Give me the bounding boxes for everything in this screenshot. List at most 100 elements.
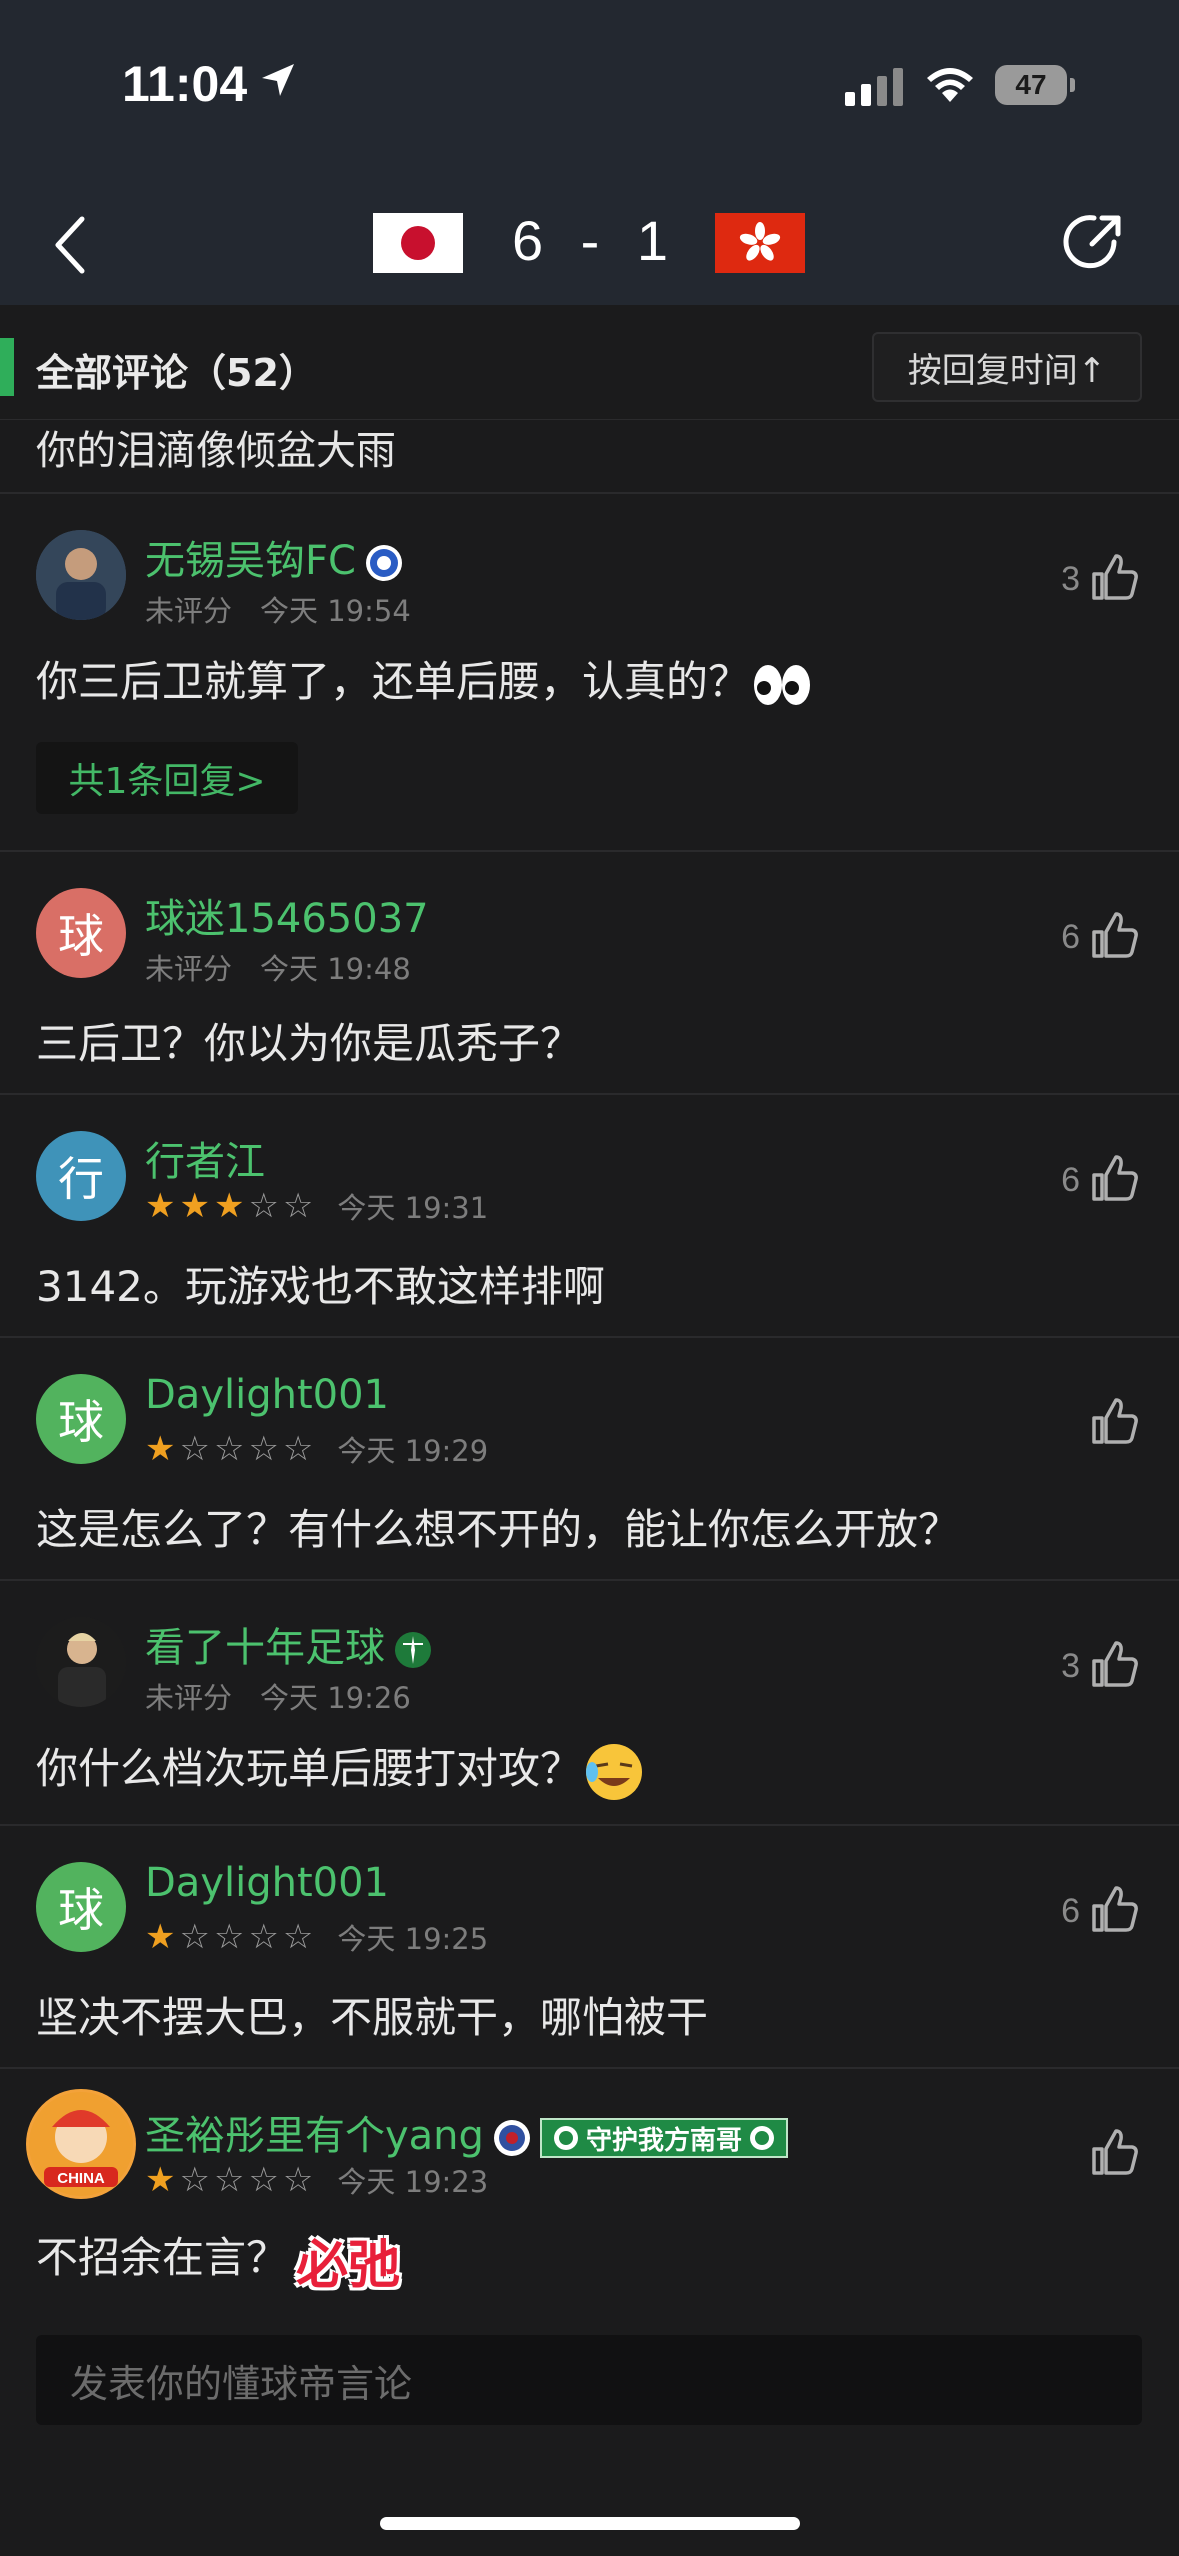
username-text: 看了十年足球 [145,1625,385,1671]
japan-flag-icon [373,213,463,273]
comment-meta: 未评分 今天 19:26 [145,1675,411,1717]
comment-item: 行 行者江 ★★★☆☆ 今天 19:31 6 3142。玩游戏也不敢这样排啊 [0,1093,1179,1336]
share-icon[interactable] [1062,210,1126,274]
comment-text: 你什么档次玩单后腰打对攻？ [36,1744,583,1793]
username[interactable]: 看了十年足球 [145,1615,433,1673]
team-badge-icon [365,545,402,581]
back-chevron-icon[interactable] [52,215,88,275]
thumbs-up-icon [1092,554,1138,600]
like-count: 6 [1061,1161,1080,1199]
comment-item: 球 Daylight001 ★☆☆☆☆ 今天 19:25 6 坚决不摆大巴，不服… [0,1824,1179,2067]
like-button[interactable]: 3 [1040,1639,1150,1699]
like-button[interactable]: 6 [1040,910,1150,970]
view-replies-button[interactable]: 共1条回复> [36,742,298,814]
like-button[interactable] [1040,2127,1150,2187]
sort-button[interactable]: 按回复时间↑ [872,332,1142,402]
match-header: 11:04 47 6 - 1 [0,0,1179,305]
section-accent-bar [0,338,14,396]
club-crest-icon [749,2126,774,2150]
rating-label: 未评分 [145,1681,233,1715]
like-count: 6 [1061,918,1080,956]
star-rating: ★☆☆☆☆ [145,2160,318,2200]
like-count: 3 [1061,1647,1080,1685]
location-arrow-icon [262,64,294,96]
score-away: 1 [636,209,669,272]
username[interactable]: 无锡吴钩FC [145,528,404,586]
comment-meta: ★☆☆☆☆ 今天 19:23 [145,2159,488,2201]
comment-body: 不招余在言？ 必弛 [36,2223,400,2298]
like-button[interactable] [1040,1396,1150,1456]
like-button[interactable]: 6 [1040,1884,1150,1944]
thumbs-up-icon [1092,1155,1138,1201]
comment-input[interactable]: 发表你的懂球帝言论 [36,2335,1142,2425]
comment-item: CHINA 圣裕彤里有个yang 守护我方南哥 ★☆☆☆☆ 今天 19:23 不… [0,2067,1179,2317]
comment-item: 球 Daylight001 ★☆☆☆☆ 今天 19:29 这是怎么了？有什么想不… [0,1336,1179,1579]
comment-item: 球 球迷15465037 未评分 今天 19:48 6 三后卫？你以为你是瓜秃子… [0,850,1179,1093]
comment-text: 你三后卫就算了，还单后腰，认真的？ [36,657,751,706]
thumbs-up-icon [1092,1641,1138,1687]
hong-kong-flag-icon [715,213,805,273]
laughing-crying-emoji-icon [586,1743,643,1800]
score-separator: - [580,209,600,272]
comment-time: 今天 19:48 [260,952,411,986]
thumbs-up-icon [1092,1886,1138,1932]
comment-time: 今天 19:26 [260,1681,411,1715]
username[interactable]: Daylight001 [145,1860,389,1906]
comment-text: 坚决不摆大巴，不服就干，哪怕被干 [36,1993,709,2042]
match-score: 6 - 1 [500,208,680,273]
eyes-emoji-icon [754,664,811,705]
battery-tip [1070,78,1075,92]
username[interactable]: Daylight001 [145,1372,389,1418]
rating-label: 未评分 [145,594,233,628]
fan-club-banner: 守护我方南哥 [539,2118,788,2158]
banner-text: 守护我方南哥 [585,2125,742,2156]
comment-text: 3142。玩游戏也不敢这样排啊 [36,1262,605,1311]
username[interactable]: 球迷15465037 [145,886,429,944]
thumbs-up-icon [1092,1398,1138,1444]
partial-comment-text: 你的泪滴像倾盆大雨 [36,428,396,474]
username[interactable]: 圣裕彤里有个yang 守护我方南哥 [145,2103,788,2161]
comment-body: 你三后卫就算了，还单后腰，认真的？ [36,648,814,709]
club-crest-icon [553,2126,578,2150]
like-count: 3 [1061,560,1080,598]
score-home: 6 [511,209,544,272]
team-badge-icon [493,2120,530,2156]
star-rating: ★★★☆☆ [145,1186,318,1226]
home-indicator [380,2517,800,2530]
user-avatar[interactable]: 球 [36,1374,126,1464]
comment-time: 今天 19:23 [337,2165,489,2199]
user-avatar[interactable]: 球 [36,1862,126,1952]
user-avatar[interactable] [36,1617,126,1707]
username[interactable]: 行者江 [145,1129,265,1187]
avatar-caption: CHINA [57,2170,105,2187]
username-text: 圣裕彤里有个yang [145,2113,484,2159]
cellular-signal-icon [845,68,903,106]
comment-meta: ★★★☆☆ 今天 19:31 [145,1185,488,1227]
comment-time: 今天 19:31 [337,1191,489,1225]
comment-meta: 未评分 今天 19:48 [145,946,411,988]
user-avatar[interactable]: CHINA [26,2089,136,2199]
comment-text: 这是怎么了？有什么想不开的，能让你怎么开放？ [36,1505,961,1554]
status-time: 11:04 [122,56,248,112]
comment-item: 无锡吴钩FC 未评分 今天 19:54 3 你三后卫就算了，还单后腰，认真的？ … [0,492,1179,850]
comment-meta: ★☆☆☆☆ 今天 19:29 [145,1428,488,1470]
sticker-image: 必弛 [296,2236,401,2296]
thumbs-up-icon [1092,2129,1138,2175]
like-count: 6 [1061,1892,1080,1930]
user-avatar[interactable]: 行 [36,1131,126,1221]
comment-time: 今天 19:54 [260,594,411,628]
user-avatar[interactable] [36,530,126,620]
comment-text: 不招余在言？ [36,2233,289,2282]
battery-indicator: 47 [995,65,1075,105]
user-avatar[interactable]: 球 [36,888,126,978]
like-button[interactable]: 6 [1040,1153,1150,1213]
comment-body: 你什么档次玩单后腰打对攻？ [36,1735,646,1804]
rating-label: 未评分 [145,952,233,986]
star-rating: ★☆☆☆☆ [145,1429,318,1469]
username-text: 无锡吴钩FC [145,538,356,584]
like-button[interactable]: 3 [1040,552,1150,612]
comment-time: 今天 19:29 [337,1434,489,1468]
thumbs-up-icon [1092,912,1138,958]
team-badge-icon [395,1632,431,1668]
star-rating: ★☆☆☆☆ [145,1917,318,1957]
